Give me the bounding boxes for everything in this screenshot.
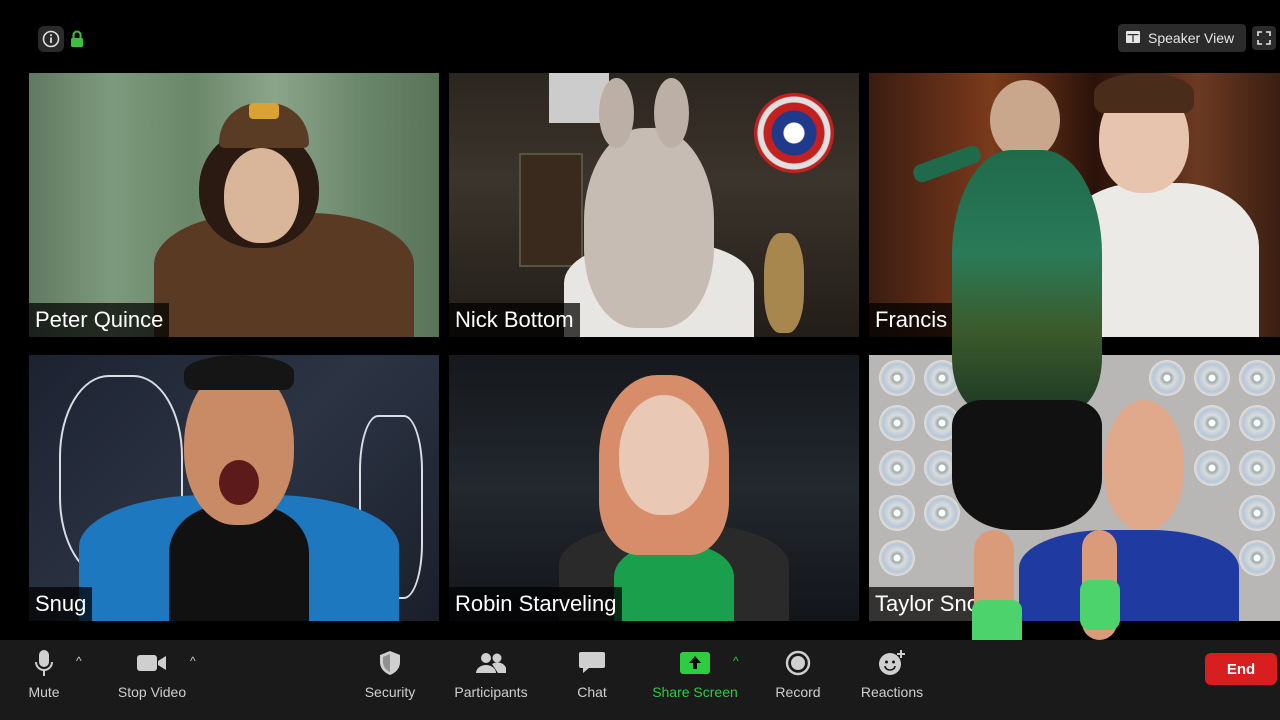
video-options-chevron-icon[interactable]: ^ [190, 654, 196, 668]
shield-icon [375, 648, 405, 678]
record-label: Record [775, 684, 821, 700]
mute-button[interactable]: Mute [24, 648, 64, 712]
participant-name: Nick Bottom [449, 303, 580, 337]
participants-label: Participants [454, 684, 528, 700]
share-screen-icon [680, 648, 710, 678]
grid-icon [1126, 30, 1140, 46]
participant-name: Snug [29, 587, 93, 621]
chat-button[interactable]: Chat [572, 648, 612, 712]
end-meeting-button[interactable]: End [1205, 653, 1277, 685]
smiley-plus-icon [877, 648, 907, 678]
security-label: Security [364, 684, 416, 700]
reactions-label: Reactions [860, 684, 924, 700]
chat-label: Chat [577, 684, 607, 700]
stop-video-button[interactable]: Stop Video [112, 648, 192, 712]
video-camera-icon [137, 648, 167, 678]
video-tile-peter-quince[interactable]: Peter Quince [29, 73, 439, 337]
speaker-view-label: Speaker View [1148, 30, 1235, 46]
meeting-top-bar: Speaker View [0, 0, 1280, 72]
participant-name: Peter Quince [29, 303, 170, 337]
security-button[interactable]: Security [360, 648, 420, 712]
video-tile-robin-starveling[interactable]: Robin Starveling [449, 355, 859, 621]
share-options-chevron-icon[interactable]: ^ [733, 654, 739, 668]
encryption-lock-icon[interactable] [66, 26, 88, 52]
fullscreen-icon[interactable] [1252, 26, 1276, 50]
share-screen-label: Share Screen [652, 684, 738, 700]
video-tile-snug[interactable]: Snug [29, 355, 439, 621]
mute-label: Mute [28, 684, 60, 700]
participants-icon [476, 648, 506, 678]
record-icon [783, 648, 813, 678]
share-screen-button[interactable]: Share Screen [648, 648, 742, 712]
stop-video-label: Stop Video [117, 684, 187, 700]
record-button[interactable]: Record [772, 648, 824, 712]
microphone-icon [29, 648, 59, 678]
speaker-view-button[interactable]: Speaker View [1118, 24, 1246, 52]
reactions-button[interactable]: Reactions [856, 648, 928, 712]
costumed-figure-overlay [911, 80, 1122, 665]
info-icon[interactable] [38, 26, 64, 52]
participants-button[interactable]: Participants [448, 648, 534, 712]
meeting-toolbar: Mute ^ Stop Video ^ Security Participant… [0, 640, 1280, 720]
chat-bubble-icon [577, 648, 607, 678]
participant-name: Robin Starveling [449, 587, 623, 621]
mute-options-chevron-icon[interactable]: ^ [76, 654, 82, 668]
video-tile-nick-bottom[interactable]: Nick Bottom [449, 73, 859, 337]
